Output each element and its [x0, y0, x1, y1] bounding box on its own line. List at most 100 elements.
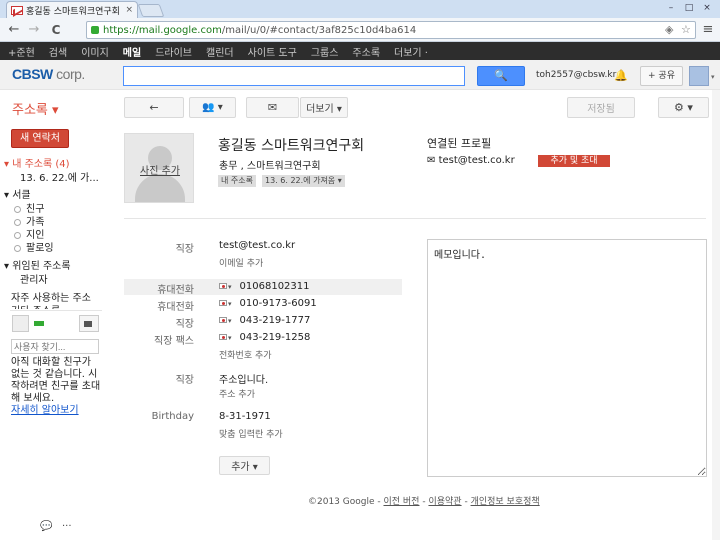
gbar-item[interactable]: 사이트 도구	[248, 44, 297, 59]
user-icon[interactable]	[12, 315, 29, 332]
bell-icon[interactable]: 🔔	[614, 69, 628, 82]
circle-icon	[14, 206, 21, 213]
bookmark-star-icon[interactable]: ☆	[681, 23, 691, 36]
gbar-item[interactable]: +준현	[8, 44, 35, 59]
contact-photo[interactable]: 사진 추가	[124, 133, 194, 203]
circle-item[interactable]: 팔로잉	[14, 239, 54, 254]
tab-close-icon[interactable]: ×	[125, 5, 137, 15]
gbar-item[interactable]: 메일	[123, 44, 141, 59]
back-icon[interactable]: ←	[6, 21, 22, 39]
lock-icon	[91, 26, 99, 34]
add-phone-link[interactable]: 전화번호 추가	[219, 348, 272, 361]
chevron-down-icon[interactable]: ▾	[711, 73, 715, 81]
more-button[interactable]: 더보기 ▾	[300, 97, 348, 118]
share-button[interactable]: + 공유	[640, 66, 683, 86]
gbar-item[interactable]: 이미지	[81, 44, 109, 59]
divider	[124, 218, 706, 219]
settings-button[interactable]: ⚙ ▾	[658, 97, 709, 118]
forward-icon[interactable]: →	[26, 21, 42, 39]
phone-label: 휴대전화	[157, 285, 194, 296]
reload-icon[interactable]: C	[48, 21, 64, 39]
gbar-item[interactable]: 더보기 ·	[394, 44, 428, 59]
logo[interactable]: CBSW corp.	[12, 66, 85, 82]
chat-empty-message: 아직 대화할 친구가 없는 것 같습니다. 시작하려면 친구를 초대해 보세요.…	[11, 357, 101, 416]
back-button[interactable]: ←	[124, 97, 184, 118]
learn-more-link[interactable]: 자세히 알아보기	[11, 405, 79, 416]
chrome-menu-icon[interactable]: ≡	[700, 21, 716, 39]
contact-name[interactable]: 홍길동 스마트워크연구회	[218, 135, 364, 155]
circles-link[interactable]: ▾ 서클	[4, 186, 31, 201]
gbar-item[interactable]: 드라이브	[155, 44, 192, 59]
admin-link[interactable]: 관리자	[20, 271, 48, 286]
browser-tab[interactable]: 홍길동 스마트워크연구회 ×	[6, 1, 138, 18]
add-email-link[interactable]: 이메일 추가	[219, 256, 263, 269]
imported-group-link[interactable]: 13. 6. 22.에 가...	[20, 169, 99, 184]
group-chip[interactable]: 13. 6. 22.에 가져옴 ▾	[262, 175, 345, 187]
chat-toolbar	[10, 310, 102, 336]
contact-org[interactable]: 총무 , 스마트워크연구회	[219, 157, 321, 172]
korea-flag-icon[interactable]	[219, 334, 227, 340]
saved-button[interactable]: 저장됨	[567, 97, 635, 118]
address-label: 직장	[175, 375, 194, 386]
mail-button[interactable]: ✉	[246, 97, 299, 118]
linked-email: ✉ test@test.co.kr	[427, 155, 515, 166]
new-tab-button[interactable]	[137, 4, 165, 17]
phone-value[interactable]: ▾ 010-9173-6091	[219, 298, 317, 309]
email-label: 직장	[175, 244, 194, 255]
add-address-link[interactable]: 주소 추가	[219, 387, 255, 400]
notes-textarea[interactable]: 메모입니다.	[427, 239, 707, 477]
birthday-value[interactable]: 8-31-1971	[219, 411, 271, 422]
birthday-label: Birthday	[151, 411, 194, 422]
gbar-item[interactable]: 주소록	[352, 44, 380, 59]
footer: ©2013 Google - 이전 버전 - 이용약관 - 개인정보 보호정책	[308, 497, 540, 507]
url-path: /mail/u/0/#contact/3af825c10d4ba614	[221, 24, 417, 36]
phone-label: 직장 팩스	[154, 336, 194, 347]
other-contacts-link[interactable]: 기타 주소록	[11, 302, 60, 309]
more-dots-icon[interactable]: ···	[62, 521, 72, 532]
maximize-button[interactable]: □	[682, 2, 696, 14]
chat-bubble-icon[interactable]: 💬	[40, 521, 52, 532]
my-contacts-link[interactable]: ▾ 내 주소록 (4)	[4, 155, 70, 170]
address-bar[interactable]: https://mail.google.com/mail/u/0/#contac…	[86, 21, 696, 39]
camera-icon[interactable]	[79, 315, 99, 332]
phone-value[interactable]: ▾ 01068102311	[219, 281, 310, 292]
sidebar-bottom: 💬 ···	[40, 521, 72, 532]
add-custom-field-link[interactable]: 맞춤 입력란 추가	[219, 427, 283, 440]
email-value[interactable]: test@test.co.kr	[219, 240, 295, 251]
gbar-item[interactable]: 그룹스	[311, 44, 339, 59]
old-version-link[interactable]: 이전 버전	[383, 497, 419, 507]
add-photo-link[interactable]: 사진 추가	[125, 162, 193, 177]
minimize-button[interactable]: –	[664, 2, 678, 14]
video-status-icon[interactable]	[34, 321, 44, 326]
chat-search-input[interactable]	[11, 339, 99, 354]
close-window-button[interactable]: ×	[700, 2, 714, 14]
account-email[interactable]: toh2557@cbsw.kr	[536, 70, 616, 80]
scrollbar[interactable]	[712, 90, 720, 540]
linked-profiles-title: 연결된 프로필	[427, 137, 492, 150]
gbar-item[interactable]: 캘린더	[206, 44, 234, 59]
terms-link[interactable]: 이용약관	[428, 497, 461, 507]
avatar[interactable]	[689, 66, 709, 86]
gbar-item[interactable]: 검색	[49, 44, 67, 59]
add-invite-button[interactable]: 추가 및 초대	[538, 155, 610, 167]
phone-label: 휴대전화	[157, 302, 194, 313]
korea-flag-icon[interactable]	[219, 300, 227, 306]
phone-value[interactable]: ▾ 043-219-1258	[219, 332, 310, 343]
contacts-menu[interactable]: 주소록 ▾	[12, 99, 59, 118]
translate-icon[interactable]: ◈	[665, 23, 673, 36]
circles-button[interactable]: 👥 ▾	[189, 97, 236, 118]
add-field-button[interactable]: 추가 ▾	[219, 456, 270, 475]
privacy-link[interactable]: 개인정보 보호정책	[471, 497, 540, 507]
google-bar: +준현 검색 이미지 메일 드라이브 캘린더 사이트 도구 그룹스 주소록 더보…	[0, 42, 720, 60]
korea-flag-icon[interactable]	[219, 317, 227, 323]
korea-flag-icon[interactable]	[219, 283, 227, 289]
new-contact-button[interactable]: 새 연락처	[11, 129, 69, 148]
search-input[interactable]	[123, 66, 465, 86]
group-chip[interactable]: 내 주소록	[218, 175, 256, 187]
address-value[interactable]: 주소입니다.	[219, 371, 268, 386]
phone-value[interactable]: ▾ 043-219-1777	[219, 315, 310, 326]
circle-icon	[14, 245, 21, 252]
delegated-link[interactable]: ▾ 위임된 주소록	[4, 257, 71, 272]
tab-title: 홍길동 스마트워크연구회	[26, 6, 120, 17]
search-button[interactable]: 🔍	[477, 66, 525, 86]
